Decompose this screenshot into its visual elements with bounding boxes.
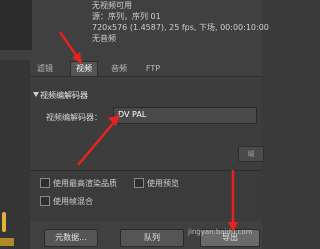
playhead-marker[interactable] bbox=[2, 212, 6, 232]
codec-settings-button[interactable]: 编 bbox=[238, 146, 264, 162]
metadata-button[interactable]: 元数据... bbox=[44, 229, 98, 247]
checkbox-label: 使用预览 bbox=[147, 179, 179, 188]
checkbox-label: 使用最高渲染品质 bbox=[53, 179, 117, 188]
codec-value: DV PAL bbox=[118, 110, 147, 119]
tab-video[interactable]: 视频 bbox=[70, 61, 98, 76]
checkbox-label: 使用帧混合 bbox=[53, 197, 93, 206]
summary-line: 无视频可用 bbox=[92, 1, 132, 10]
left-preview-strip bbox=[0, 60, 30, 249]
section-title: 视频编解码器 bbox=[40, 91, 88, 100]
collapse-triangle-icon[interactable] bbox=[33, 92, 39, 97]
preview-thumbnail bbox=[0, 0, 32, 50]
output-summary: 无视频可用 源：序列，序列 01 720x576 (1.4587), 25 fp… bbox=[92, 0, 269, 52]
tab-filters[interactable]: 滤镜 bbox=[34, 62, 56, 76]
watermark-text: jingyan.baidu.com bbox=[188, 228, 253, 236]
summary-line: 无音频 bbox=[92, 34, 116, 43]
frame-blending-checkbox[interactable] bbox=[40, 196, 50, 206]
codec-label: 视频编解码器： bbox=[46, 113, 102, 122]
tab-ftp[interactable]: FTP bbox=[142, 62, 164, 76]
timeline-clip bbox=[0, 238, 14, 246]
summary-line: 源：序列，序列 01 bbox=[92, 12, 161, 21]
settings-tabs: 滤镜 视频 音频 FTP bbox=[30, 60, 262, 77]
use-previews-checkbox[interactable] bbox=[134, 178, 144, 188]
tab-audio[interactable]: 音频 bbox=[108, 62, 130, 76]
max-render-quality-checkbox[interactable] bbox=[40, 178, 50, 188]
summary-line: 720x576 (1.4587), 25 fps, 下场, 00:00:10:0… bbox=[92, 23, 269, 32]
queue-button[interactable]: 队列 bbox=[120, 229, 184, 247]
